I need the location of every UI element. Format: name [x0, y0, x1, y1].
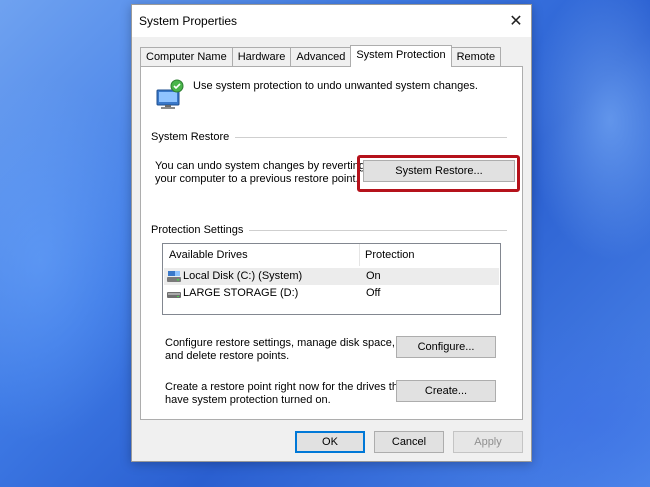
apply-button[interactable]: Apply: [453, 431, 523, 453]
system-drive-icon: [167, 271, 181, 282]
system-protection-icon: [156, 79, 184, 109]
drive-row[interactable]: LARGE STORAGE (D:) Off: [164, 285, 499, 302]
protection-settings-group-header: Protection Settings: [151, 224, 507, 236]
column-header-available-drives[interactable]: Available Drives: [163, 244, 359, 266]
system-restore-description: You can undo system changes by reverting…: [155, 160, 365, 186]
system-restore-description-line1: You can undo system changes by reverting: [155, 160, 365, 172]
intro-text: Use system protection to undo unwanted s…: [193, 80, 478, 92]
group-divider: [249, 229, 507, 231]
title-bar[interactable]: System Properties ✕: [132, 5, 531, 37]
highlight-annotation: [357, 155, 520, 192]
create-description-line1: Create a restore point right now for the…: [165, 381, 408, 393]
configure-description: Configure restore settings, manage disk …: [165, 337, 395, 363]
close-icon: ✕: [509, 13, 523, 30]
tab-computer-name[interactable]: Computer Name: [140, 47, 233, 67]
cancel-button[interactable]: Cancel: [374, 431, 444, 453]
create-description-line2: have system protection turned on.: [165, 394, 331, 406]
system-restore-description-line2: your computer to a previous restore poin…: [155, 173, 359, 185]
configure-description-line2: and delete restore points.: [165, 350, 290, 362]
system-properties-dialog: System Properties ✕ Computer Name Hardwa…: [131, 4, 532, 462]
list-header: Available Drives Protection: [163, 244, 500, 266]
drive-protection-status: On: [366, 270, 381, 282]
drive-name: LARGE STORAGE (D:): [183, 287, 299, 299]
drive-row[interactable]: Local Disk (C:) (System) On: [164, 268, 499, 285]
system-restore-heading: System Restore: [151, 131, 230, 143]
drives-list[interactable]: Available Drives Protection Local Disk (…: [162, 243, 501, 315]
tab-hardware[interactable]: Hardware: [231, 47, 292, 67]
group-divider: [235, 136, 507, 138]
protection-settings-heading: Protection Settings: [151, 224, 244, 236]
configure-button[interactable]: Configure...: [396, 336, 496, 358]
tab-system-protection[interactable]: System Protection: [350, 45, 452, 67]
tab-remote[interactable]: Remote: [450, 47, 502, 67]
drive-icon: [167, 292, 181, 298]
tab-strip: Computer Name Hardware Advanced System P…: [140, 45, 502, 67]
configure-description-line1: Configure restore settings, manage disk …: [165, 337, 395, 349]
drive-name: Local Disk (C:) (System): [183, 270, 303, 282]
ok-button[interactable]: OK: [295, 431, 365, 453]
create-button[interactable]: Create...: [396, 380, 496, 402]
drive-protection-status: Off: [366, 287, 381, 299]
create-description: Create a restore point right now for the…: [165, 381, 407, 407]
window-title: System Properties: [139, 14, 238, 28]
system-protection-panel: Use system protection to undo unwanted s…: [140, 66, 523, 420]
system-restore-group-header: System Restore: [151, 131, 507, 143]
column-header-protection[interactable]: Protection: [359, 244, 499, 266]
close-button[interactable]: ✕: [501, 5, 531, 37]
tab-advanced[interactable]: Advanced: [290, 47, 352, 67]
